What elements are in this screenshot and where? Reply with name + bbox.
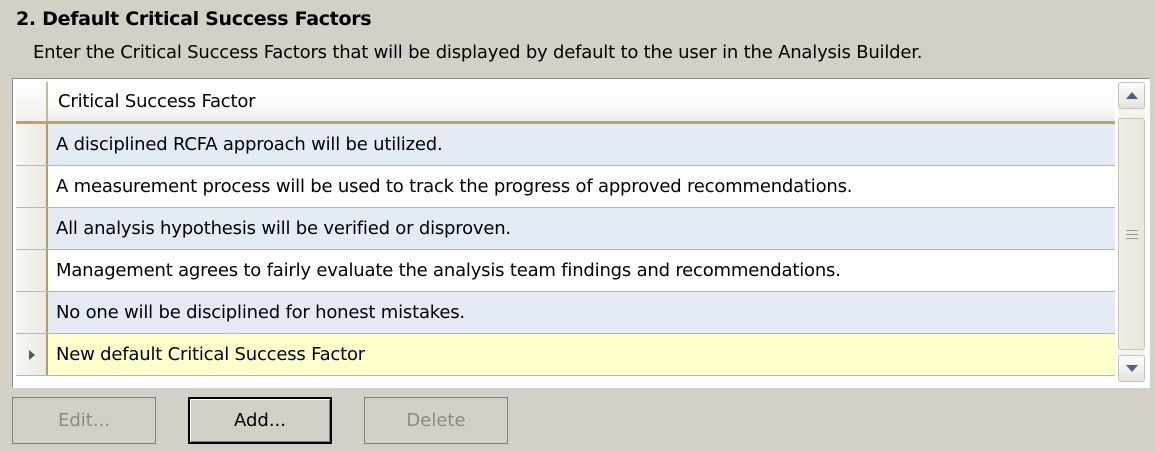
header-row-selector xyxy=(16,82,48,121)
table-row[interactable]: All analysis hypothesis will be verified… xyxy=(16,208,1115,250)
row-selector[interactable] xyxy=(16,208,48,249)
grid-header-row: Critical Success Factor xyxy=(16,82,1115,124)
table-row[interactable]: Management agrees to fairly evaluate the… xyxy=(16,250,1115,292)
table-cell[interactable]: Management agrees to fairly evaluate the… xyxy=(48,260,841,281)
new-row-cell[interactable]: New default Critical Success Factor xyxy=(48,344,365,365)
critical-success-factors-panel: 2. Default Critical Success Factors Ente… xyxy=(0,0,1155,451)
critical-success-factor-grid[interactable]: Critical Success Factor A disciplined RC… xyxy=(12,78,1150,388)
chevron-down-icon xyxy=(1125,365,1138,372)
grip-lines-icon xyxy=(1125,229,1138,239)
grid-rows-area: Critical Success Factor A disciplined RC… xyxy=(16,82,1115,382)
row-selector[interactable] xyxy=(16,124,48,165)
table-row[interactable]: A measurement process will be used to tr… xyxy=(16,166,1115,208)
chevron-up-icon xyxy=(1125,92,1138,99)
row-selector[interactable] xyxy=(16,334,48,375)
scroll-up-button[interactable] xyxy=(1118,82,1145,109)
edit-button[interactable]: Edit... xyxy=(12,397,156,444)
table-cell[interactable]: A measurement process will be used to tr… xyxy=(48,176,853,197)
table-row[interactable]: No one will be disciplined for honest mi… xyxy=(16,292,1115,334)
table-row[interactable]: A disciplined RCFA approach will be util… xyxy=(16,124,1115,166)
table-cell[interactable]: A disciplined RCFA approach will be util… xyxy=(48,134,443,155)
new-row[interactable]: New default Critical Success Factor xyxy=(16,334,1115,376)
row-selector[interactable] xyxy=(16,292,48,333)
row-selector[interactable] xyxy=(16,250,48,291)
row-selector[interactable] xyxy=(16,166,48,207)
add-button[interactable]: Add... xyxy=(188,397,332,444)
vertical-scrollbar[interactable] xyxy=(1118,82,1145,382)
scroll-down-button[interactable] xyxy=(1118,355,1145,382)
scrollbar-thumb[interactable] xyxy=(1118,118,1145,350)
delete-button[interactable]: Delete xyxy=(364,397,508,444)
section-heading: 2. Default Critical Success Factors xyxy=(16,8,372,30)
column-header-critical-success-factor[interactable]: Critical Success Factor xyxy=(48,91,256,112)
caret-right-icon xyxy=(29,349,35,360)
section-description: Enter the Critical Success Factors that … xyxy=(33,42,923,63)
table-cell[interactable]: No one will be disciplined for honest mi… xyxy=(48,302,465,323)
table-cell[interactable]: All analysis hypothesis will be verified… xyxy=(48,218,511,239)
